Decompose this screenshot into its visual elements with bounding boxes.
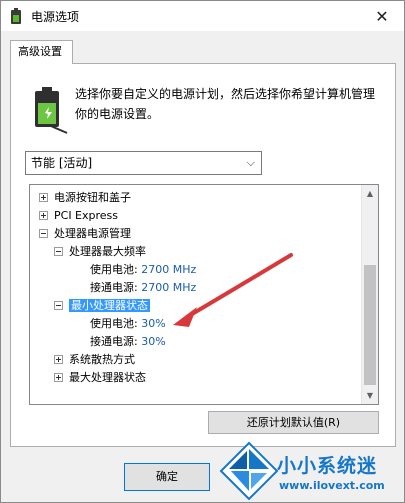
- restore-defaults-button[interactable]: 还原计划默认值(R): [208, 411, 379, 434]
- close-button[interactable]: ✕: [360, 1, 404, 31]
- tree-item-max-processor-frequency[interactable]: 处理器最大频率: [54, 243, 146, 261]
- tree-item-on-battery[interactable]: 使用电池: 2700 MHz: [90, 261, 196, 279]
- setting-value[interactable]: 2700 MHz: [141, 281, 196, 294]
- chevron-down-icon: ⌵: [246, 156, 255, 169]
- settings-tree[interactable]: 电源按钮和盖子 PCI Express 处理器电源管理 处理器最大频率 使用电池…: [29, 184, 379, 405]
- title-bar: 电源选项 ✕: [1, 1, 404, 31]
- tree-item-pci-express[interactable]: PCI Express: [39, 207, 118, 225]
- expand-icon[interactable]: [54, 354, 63, 364]
- tree-item-plugged-in[interactable]: 接通电源: 30%: [90, 333, 166, 351]
- collapse-icon[interactable]: [54, 246, 63, 256]
- power-options-window: 电源选项 ✕ 高级设置 选择你要自定义的电源计划，然后选择你希望计算机管理你的电…: [0, 0, 405, 503]
- setting-label: 接通电源:: [90, 281, 138, 294]
- scroll-up-icon[interactable]: ▲: [362, 185, 378, 202]
- window-title: 电源选项: [31, 10, 80, 24]
- tab-advanced-settings[interactable]: 高级设置: [10, 40, 73, 64]
- vertical-scrollbar[interactable]: ▲ ▼: [361, 185, 378, 404]
- watermark-url: www.ilovext.com: [279, 479, 385, 492]
- scroll-thumb[interactable]: [364, 265, 376, 385]
- watermark-title: 小小系统迷: [277, 455, 378, 477]
- power-plan-select[interactable]: 节能 [活动] ⌵: [25, 151, 262, 175]
- tree-item-system-cooling-policy[interactable]: 系统散热方式: [54, 351, 135, 369]
- battery-icon: [35, 87, 68, 134]
- power-plan-value: 节能 [活动]: [31, 156, 93, 170]
- expand-icon[interactable]: [39, 210, 48, 220]
- collapse-icon[interactable]: [39, 228, 48, 238]
- collapse-icon[interactable]: [54, 300, 63, 310]
- setting-label: 接通电源:: [90, 335, 138, 348]
- watermark: 小小系统迷 www.ilovext.com: [213, 437, 405, 503]
- watermark-logo-icon: [219, 441, 279, 501]
- tree-item-max-processor-state[interactable]: 最大处理器状态: [54, 369, 146, 387]
- ok-button[interactable]: 确定: [124, 463, 210, 491]
- tree-item-min-processor-state[interactable]: 最小处理器状态: [54, 297, 150, 315]
- tree-item-plugged-in[interactable]: 接通电源: 2700 MHz: [90, 279, 196, 297]
- setting-value[interactable]: 30%: [141, 335, 165, 348]
- scroll-down-icon[interactable]: ▼: [362, 387, 378, 404]
- setting-label: 使用电池:: [90, 263, 138, 276]
- selected-item-label: 最小处理器状态: [69, 299, 150, 312]
- setting-label: 使用电池:: [90, 317, 138, 330]
- setting-value[interactable]: 30%: [141, 317, 165, 330]
- expand-icon[interactable]: [54, 372, 63, 382]
- expand-icon[interactable]: [39, 192, 48, 202]
- tree-item-processor-power-management[interactable]: 处理器电源管理: [39, 225, 131, 243]
- setting-value[interactable]: 2700 MHz: [141, 263, 196, 276]
- tree-item-power-buttons-lid[interactable]: 电源按钮和盖子: [39, 189, 131, 207]
- tree-item-on-battery[interactable]: 使用电池: 30%: [90, 315, 166, 333]
- close-icon: ✕: [375, 6, 389, 26]
- power-options-icon: [11, 8, 21, 24]
- description-text: 选择你要自定义的电源计划，然后选择你希望计算机管理你的电源设置。: [75, 87, 376, 121]
